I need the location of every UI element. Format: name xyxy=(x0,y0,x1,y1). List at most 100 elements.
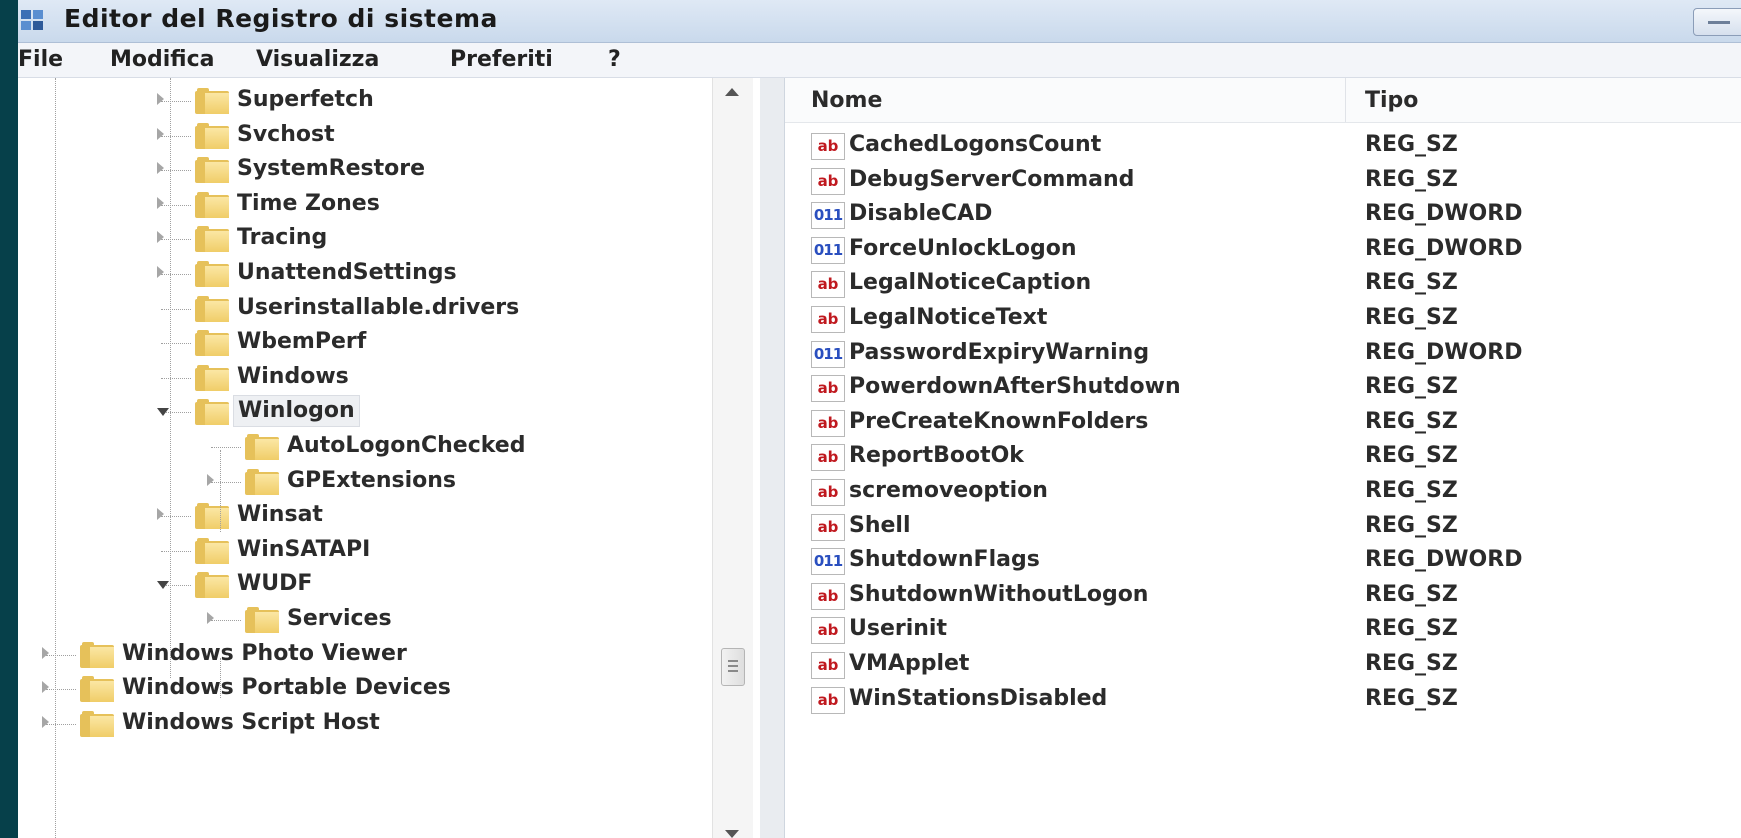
expand-arrow-icon[interactable] xyxy=(157,266,164,278)
value-name: PreCreateKnownFolders xyxy=(849,408,1149,434)
tree-node-label[interactable]: SystemRestore xyxy=(233,153,429,185)
value-row[interactable]: 011 PasswordExpiryWarning REG_DWORD xyxy=(785,338,1741,373)
value-row[interactable]: 011 DisableCAD REG_DWORD xyxy=(785,199,1741,234)
tree-node[interactable]: Svchost xyxy=(18,119,708,153)
expand-arrow-icon[interactable] xyxy=(42,715,49,728)
tree-connector xyxy=(161,550,191,552)
value-type: REG_DWORD xyxy=(1365,201,1523,227)
column-divider[interactable] xyxy=(1345,78,1346,122)
tree-node[interactable]: Superfetch xyxy=(18,84,708,118)
tree-guide-line xyxy=(55,78,56,838)
tree-node[interactable]: Tracing xyxy=(18,222,708,256)
expand-arrow-icon[interactable] xyxy=(157,93,164,105)
tree-node[interactable]: WbemPerf xyxy=(18,326,708,360)
title-bar[interactable]: Editor del Registro di sistema xyxy=(18,0,1741,43)
column-header-type[interactable]: Tipo xyxy=(1365,88,1418,113)
folder-icon xyxy=(245,607,279,633)
value-row[interactable]: ab VMApplet REG_SZ xyxy=(785,649,1741,684)
tree-node[interactable]: WinSATAPI xyxy=(18,534,708,568)
tree-node[interactable]: Time Zones xyxy=(18,188,708,222)
tree-node[interactable]: UnattendSettings xyxy=(18,257,708,291)
tree-node-label[interactable]: WbemPerf xyxy=(233,326,370,358)
tree-node-label[interactable]: Superfetch xyxy=(233,84,378,116)
expand-arrow-icon[interactable] xyxy=(207,473,214,486)
tree-node[interactable]: Windows Portable Devices xyxy=(18,672,708,706)
value-row[interactable]: ab PowerdownAfterShutdown REG_SZ xyxy=(785,372,1741,407)
tree-node[interactable]: Services xyxy=(18,603,708,637)
expand-arrow-icon[interactable] xyxy=(157,162,164,175)
expand-arrow-icon[interactable] xyxy=(157,127,164,140)
value-row[interactable]: ab LegalNoticeCaption REG_SZ xyxy=(785,268,1741,303)
value-row[interactable]: ab ShutdownWithoutLogon REG_SZ xyxy=(785,580,1741,615)
tree-node[interactable]: Winlogon xyxy=(18,395,708,429)
tree-node[interactable]: Windows Photo Viewer xyxy=(18,638,708,672)
tree-connector xyxy=(161,516,191,518)
column-header-name[interactable]: Nome xyxy=(811,88,882,113)
tree-node-label[interactable]: AutoLogonChecked xyxy=(283,430,529,462)
tree-node-label[interactable]: Svchost xyxy=(233,119,339,151)
menu-visualizza[interactable]: Visualizza xyxy=(256,47,379,72)
value-type: REG_SZ xyxy=(1365,132,1458,157)
value-row[interactable]: ab CachedLogonsCount REG_SZ xyxy=(785,130,1741,165)
menu-help[interactable]: ? xyxy=(608,47,621,72)
tree-guide-line xyxy=(170,78,171,678)
tree-connector xyxy=(161,204,191,206)
scroll-up-arrow-icon[interactable] xyxy=(725,88,739,96)
scroll-thumb[interactable] xyxy=(721,648,745,686)
expand-arrow-icon[interactable] xyxy=(207,612,214,624)
tree-node[interactable]: Winsat xyxy=(18,499,708,533)
value-row[interactable]: ab LegalNoticeText REG_SZ xyxy=(785,303,1741,338)
menu-file[interactable]: File xyxy=(18,47,63,72)
folder-icon xyxy=(80,641,114,668)
tree-node-label[interactable]: Services xyxy=(283,603,396,635)
value-row[interactable]: ab Shell REG_SZ xyxy=(785,511,1741,546)
collapse-arrow-icon[interactable] xyxy=(157,408,169,417)
key-tree[interactable]: Superfetch Svchost SystemRestore Time Zones… xyxy=(18,78,760,838)
tree-node-label[interactable]: GPExtensions xyxy=(283,465,460,497)
tree-node[interactable]: GPExtensions xyxy=(18,465,708,499)
collapse-arrow-icon[interactable] xyxy=(157,581,169,590)
expand-arrow-icon[interactable] xyxy=(42,681,49,694)
pane-splitter[interactable] xyxy=(760,78,784,838)
tree-scrollbar[interactable] xyxy=(712,78,753,838)
expand-arrow-icon[interactable] xyxy=(157,508,164,521)
menu-modifica[interactable]: Modifica xyxy=(110,47,215,72)
tree-node[interactable]: Windows Script Host xyxy=(18,707,708,741)
value-row[interactable]: ab WinStationsDisabled REG_SZ xyxy=(785,684,1741,719)
tree-node-label[interactable]: Windows Portable Devices xyxy=(118,672,455,704)
tree-node[interactable]: Windows xyxy=(18,361,708,395)
value-row[interactable]: ab ReportBootOk REG_SZ xyxy=(785,441,1741,476)
tree-node-label[interactable]: Tracing xyxy=(233,222,331,254)
value-row[interactable]: 011 ShutdownFlags REG_DWORD xyxy=(785,545,1741,580)
value-row[interactable]: ab scremoveoption REG_SZ xyxy=(785,476,1741,511)
tree-node-label[interactable]: Windows Photo Viewer xyxy=(118,638,411,670)
minimize-button[interactable] xyxy=(1693,8,1741,36)
tree-connector xyxy=(161,135,191,137)
value-name: CachedLogonsCount xyxy=(849,132,1102,157)
expand-arrow-icon[interactable] xyxy=(157,196,164,209)
tree-node[interactable]: WUDF xyxy=(18,568,708,602)
tree-node-label[interactable]: Userinstallable.drivers xyxy=(233,292,523,324)
value-row[interactable]: ab Userinit REG_SZ xyxy=(785,614,1741,649)
values-list[interactable]: Nome Tipo ab CachedLogonsCount REG_SZ ab Deb… xyxy=(784,78,1741,838)
tree-connector xyxy=(161,101,191,102)
tree-node-label[interactable]: Windows Script Host xyxy=(118,707,384,739)
expand-arrow-icon[interactable] xyxy=(157,231,164,244)
tree-node-label[interactable]: UnattendSettings xyxy=(233,257,461,289)
menu-preferiti[interactable]: Preferiti xyxy=(450,47,553,72)
tree-node[interactable]: SystemRestore xyxy=(18,153,708,187)
string-value-icon: ab xyxy=(811,444,845,472)
tree-node-label[interactable]: Time Zones xyxy=(233,188,384,220)
tree-node-label[interactable]: WUDF xyxy=(233,568,316,600)
tree-node[interactable]: AutoLogonChecked xyxy=(18,430,708,464)
tree-node-label[interactable]: Windows xyxy=(233,361,353,393)
tree-node-label[interactable]: WinSATAPI xyxy=(233,534,374,566)
tree-node[interactable]: Userinstallable.drivers xyxy=(18,292,708,326)
tree-node-label[interactable]: Winlogon xyxy=(233,395,360,428)
value-row[interactable]: ab PreCreateKnownFolders REG_SZ xyxy=(785,407,1741,442)
value-row[interactable]: ab DebugServerCommand REG_SZ xyxy=(785,165,1741,200)
expand-arrow-icon[interactable] xyxy=(42,646,49,659)
tree-node-label[interactable]: Winsat xyxy=(233,499,327,531)
scroll-down-arrow-icon[interactable] xyxy=(725,830,739,838)
value-row[interactable]: 011 ForceUnlockLogon REG_DWORD xyxy=(785,234,1741,269)
